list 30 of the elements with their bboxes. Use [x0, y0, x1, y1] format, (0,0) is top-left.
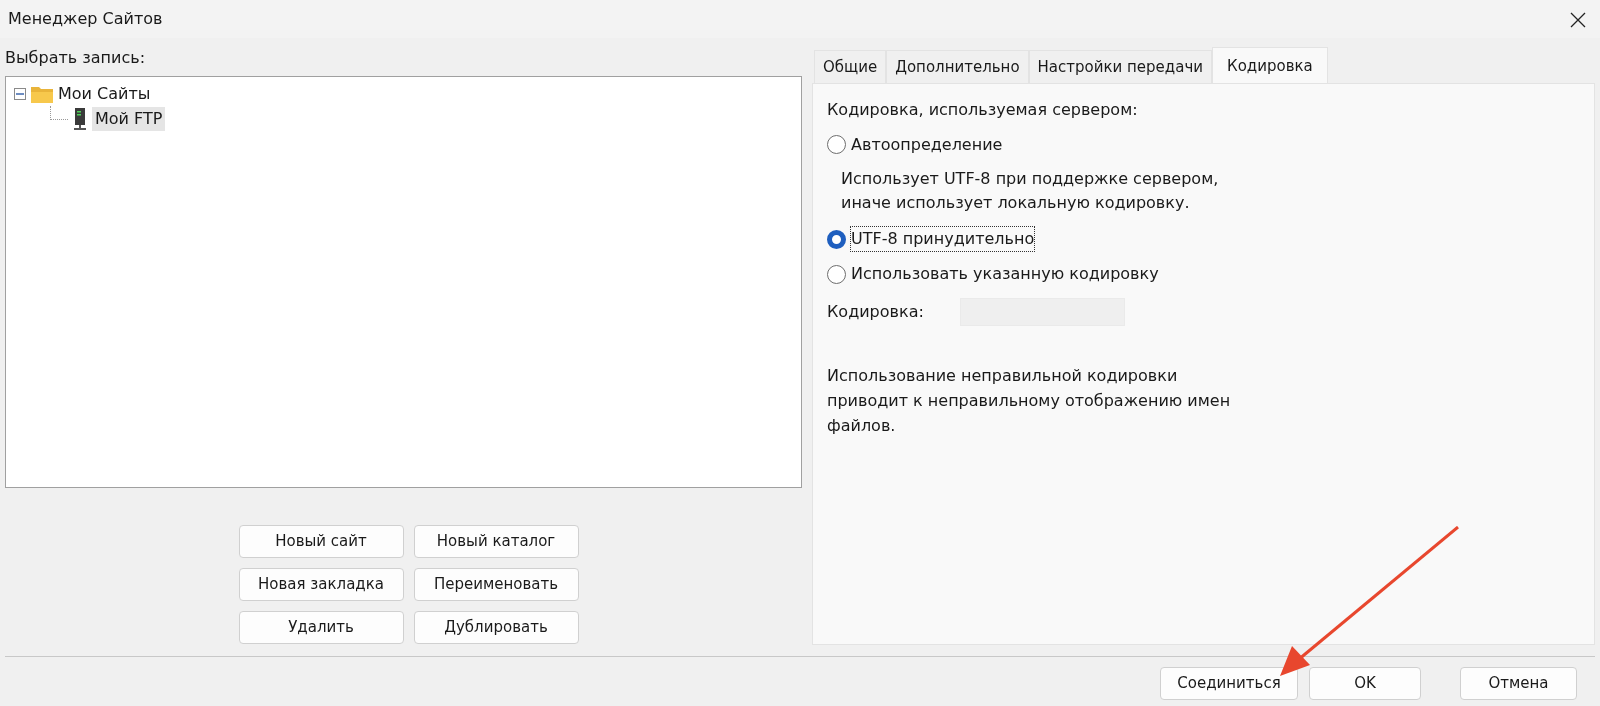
window-title: Менеджер Сайтов	[8, 8, 163, 30]
site-button[interactable]: Новый сайт	[238, 525, 404, 558]
site-button[interactable]: Удалить	[238, 611, 404, 644]
radio-button[interactable]	[827, 229, 846, 249]
server-icon	[72, 106, 88, 131]
tree-item[interactable]: Мои Сайты	[58, 81, 151, 106]
close-icon	[1570, 12, 1586, 28]
site-button[interactable]: Переименовать	[413, 568, 579, 601]
warning-text: Использование неправильной кодировки приводит к неправильному отображению имен файлов.	[827, 365, 1232, 437]
option-description: Использует UTF-8 при поддержке сервером, иначе использует локальную кодировку.	[841, 167, 1220, 215]
tab[interactable]: Кодировка	[1212, 47, 1328, 83]
site-button[interactable]: Новый каталог	[413, 525, 579, 558]
section-heading: Кодировка, используемая сервером:	[827, 98, 1138, 121]
tree-item[interactable]: Мой FTP	[92, 106, 166, 131]
radio-label[interactable]: Использовать указанную кодировку	[851, 262, 1159, 287]
tab[interactable]: Настройки передачи	[1028, 50, 1213, 83]
site-button[interactable]: Дублировать	[413, 611, 579, 644]
radio-label[interactable]: Автоопределение	[851, 132, 1003, 157]
collapse-toggle[interactable]	[14, 87, 26, 100]
field-label: Кодировка:	[827, 301, 925, 324]
tab[interactable]: Общие	[814, 50, 887, 83]
radio-button[interactable]	[827, 135, 846, 154]
site-button[interactable]: Новая закладка	[238, 568, 404, 601]
dialog-button[interactable]: OK	[1309, 666, 1421, 700]
radio-button[interactable]	[827, 264, 846, 284]
radio-label[interactable]: UTF-8 принудительно	[851, 227, 1035, 252]
dialog-button[interactable]: Соединиться	[1160, 666, 1298, 700]
dialog-button[interactable]: Отмена	[1460, 666, 1577, 700]
tab[interactable]: Дополнительно	[886, 50, 1029, 83]
list-label: Выбрать запись:	[5, 47, 146, 69]
